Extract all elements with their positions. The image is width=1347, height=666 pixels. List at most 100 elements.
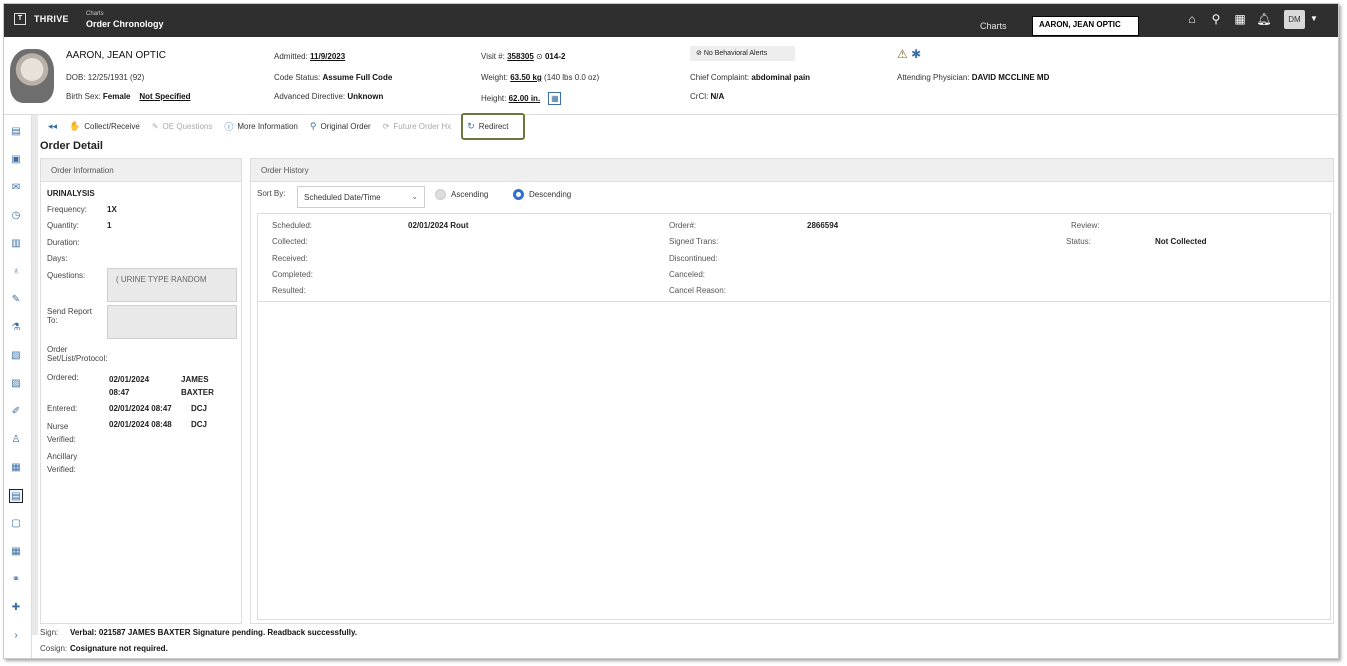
vitals-icon[interactable]: ▧ (9, 349, 23, 363)
sex-value: Female (102, 92, 131, 101)
send-report-label: Send Report To: (47, 307, 92, 325)
calendar-icon[interactable]: ▦ (9, 545, 23, 559)
send-report-field[interactable] (107, 305, 237, 339)
expand-rail-icon[interactable]: › (9, 629, 23, 643)
warning-icon[interactable]: ⚠ (897, 47, 908, 61)
summary-icon[interactable]: ▤ (9, 125, 23, 139)
cancel-reason-label: Cancel Reason: (669, 286, 726, 295)
ancillary-verified-label: Ancillary Verified: (47, 452, 78, 474)
medication-icon[interactable]: ✎ (9, 293, 23, 307)
clock-icon[interactable]: ◷ (9, 209, 23, 223)
rail-scrollbar[interactable] (32, 115, 38, 635)
more-information-button[interactable]: ⓘ More Information (220, 118, 301, 135)
allergy-icon[interactable]: ✱ (911, 47, 921, 61)
care-icon[interactable]: ✚ (9, 601, 23, 615)
order-history-panel: Order History Sort By: Scheduled Date/Ti… (250, 158, 1334, 624)
entered-label: Entered: (47, 404, 78, 413)
patient-banner: AARON, JEAN OPTIC DOB: 12/25/1931 (92) B… (4, 37, 1338, 115)
redirect-button[interactable]: ↻ Redirect (461, 112, 525, 140)
adv-directive-value: Unknown (347, 92, 384, 101)
review-label: Review: (1071, 221, 1100, 230)
bell-icon[interactable]: 🔔︎ (1256, 12, 1272, 26)
future-order-history-button[interactable]: ⟳ Future Order Hx (379, 120, 456, 133)
info-icon: ⓘ (224, 121, 234, 132)
link-icon[interactable]: ⚭ (9, 573, 23, 587)
redirect-icon: ↻ (467, 120, 475, 131)
sex-extra[interactable]: Not Specified (139, 92, 190, 101)
breadcrumb[interactable]: Charts (86, 11, 104, 17)
order-number-value: 2866594 (807, 221, 839, 230)
pen-icon[interactable]: ✐ (9, 405, 23, 419)
apps-grid-icon[interactable]: ▦ (1232, 12, 1248, 26)
order-information-header: Order Information (41, 159, 241, 182)
frequency-value: 1X (107, 205, 117, 214)
collect-icon: ✋ (69, 120, 81, 131)
chart-icon[interactable]: ▥ (9, 237, 23, 251)
behavioral-alerts-badge[interactable]: ⊘ No Behavioral Alerts (690, 46, 795, 61)
adv-directive-label: Advanced Directive: (274, 92, 346, 101)
patient-photo (10, 49, 54, 103)
chevron-down-icon[interactable]: ▼ (1310, 14, 1318, 23)
ordered-datetime: 02/01/2024 08:47 (109, 375, 150, 397)
order-number-label: Order#: (669, 221, 697, 230)
complaint-label: Chief Complaint: (690, 73, 750, 82)
person-icon[interactable]: ♙ (9, 433, 23, 447)
sign-value: Verbal: 021587 JAMES BAXTER Signature pe… (70, 627, 358, 637)
behavioral-alerts-label: No Behavioral Alerts (703, 50, 768, 57)
attending-label: Attending Physician: (897, 73, 970, 82)
book-icon[interactable]: ▦ (9, 461, 23, 475)
documents-icon[interactable]: ▣ (9, 153, 23, 167)
visit-number[interactable]: 358305 (507, 52, 534, 61)
frequency-label: Frequency: (47, 205, 88, 214)
order-information-panel: Order Information URINALYSIS Frequency: … (40, 158, 242, 624)
dob-value: 12/25/1931 (92) (87, 73, 145, 82)
ascending-radio[interactable] (435, 189, 446, 200)
original-order-button[interactable]: ⚲ Original Order (306, 119, 375, 134)
location-pin-icon: ⊙ (536, 52, 543, 61)
order-history-header: Order History (251, 159, 1333, 182)
chevron-down-icon: ⌄ (411, 192, 418, 201)
charts-link[interactable]: Charts (980, 21, 1007, 31)
sort-by-select[interactable]: Scheduled Date/Time ⌄ (297, 186, 425, 208)
oe-questions-icon: ✎ (151, 121, 159, 131)
oe-questions-button[interactable]: ✎ OE Questions (148, 120, 217, 133)
weight-value[interactable]: 63.50 kg (510, 73, 542, 82)
report-icon[interactable]: ▢ (9, 517, 23, 531)
order-history-detail-area (257, 302, 1331, 620)
notes-icon[interactable]: ✉ (9, 181, 23, 195)
discontinued-label: Discontinued: (669, 254, 718, 263)
calculator-icon[interactable]: ▦ (548, 92, 562, 105)
order-detail-title: Order Detail (40, 140, 103, 152)
scheduled-label: Scheduled: (272, 221, 313, 230)
descending-radio[interactable] (513, 189, 524, 200)
patient-search-box[interactable]: AARON, JEAN OPTIC (1032, 16, 1139, 36)
brand-name: THRIVE (34, 14, 69, 24)
order-history-record[interactable]: Scheduled: 02/01/2024 Rout Collected: Re… (257, 213, 1331, 302)
code-status-label: Code Status: (274, 73, 321, 82)
redirect-label: Redirect (478, 121, 509, 131)
status-value: Not Collected (1155, 237, 1207, 246)
home-icon[interactable]: ⌂ (1184, 12, 1200, 26)
order-chronology-icon[interactable]: ▤ (9, 489, 23, 503)
search-icon[interactable]: ⚲ (1208, 12, 1224, 26)
dob-label: DOB: (66, 73, 86, 82)
height-value[interactable]: 62.00 in. (509, 94, 541, 103)
top-bar: T THRIVE Charts Order Chronology Charts … (4, 4, 1338, 37)
attending-value: DAVID MCCLINE MD (971, 73, 1050, 82)
collect-receive-button[interactable]: ✋ Collect/Receive (65, 119, 144, 134)
ascending-label: Ascending (451, 190, 489, 199)
quantity-value: 1 (107, 221, 112, 230)
user-avatar[interactable]: DM (1284, 10, 1305, 29)
nurse-verified-value: 02/01/2024 08:48 (109, 420, 172, 429)
collect-receive-label: Collect/Receive (84, 121, 140, 131)
lab-icon[interactable]: ⚗ (9, 321, 23, 335)
drop-icon[interactable]: ♁ (9, 265, 23, 279)
future-order-icon: ⟳ (382, 121, 390, 131)
app-window: T THRIVE Charts Order Chronology Charts … (3, 3, 1339, 659)
questions-field[interactable]: ( URINE TYPE RANDOM (107, 268, 237, 302)
admitted-value[interactable]: 11/9/2023 (310, 52, 345, 61)
back-button[interactable]: ◂◂ (44, 119, 61, 134)
magnify-icon: ⚲ (309, 120, 317, 131)
days-label: Days: (47, 254, 68, 263)
orders-icon[interactable]: ▨ (9, 377, 23, 391)
